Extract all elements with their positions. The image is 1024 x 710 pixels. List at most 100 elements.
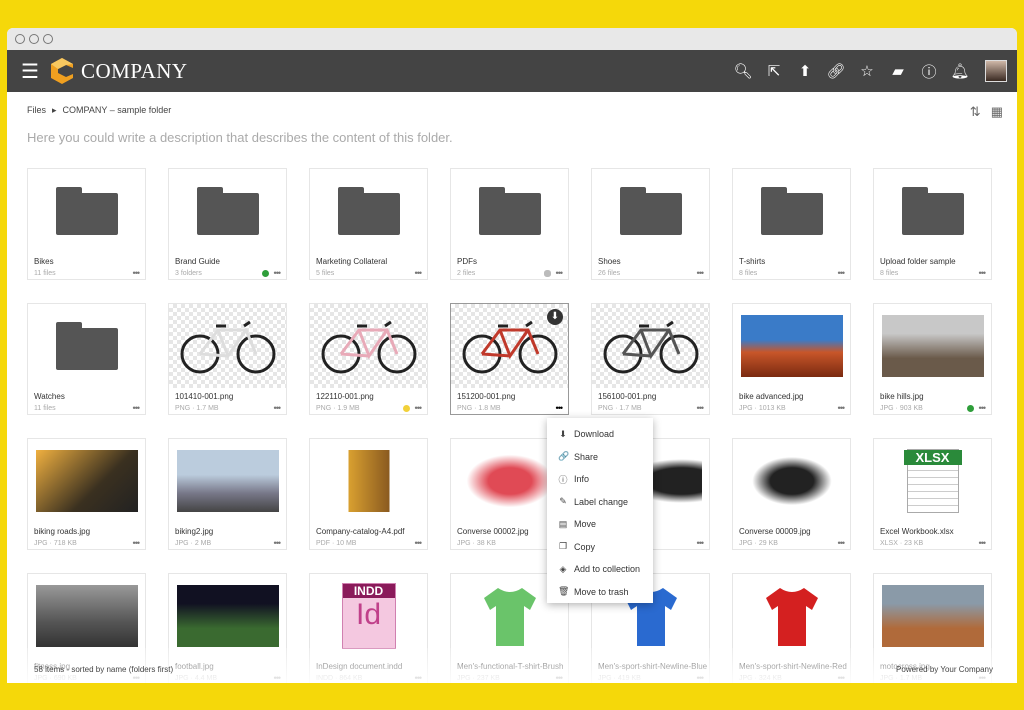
folder-card[interactable]: Watches 11 files •••	[27, 303, 146, 415]
more-options-icon[interactable]: •••	[697, 268, 705, 278]
item-name: Upload folder sample	[880, 257, 956, 266]
menu-item-download[interactable]: ⬇ Download	[547, 423, 653, 446]
more-options-icon[interactable]: •••	[979, 538, 987, 548]
item-name: 101410-001.png	[175, 392, 234, 401]
more-options-icon[interactable]: •••	[415, 403, 423, 413]
download-icon[interactable]: ⬇	[547, 309, 563, 325]
avatar[interactable]	[985, 60, 1007, 82]
folder-card[interactable]: Bikes 11 files •••	[27, 168, 146, 280]
file-card[interactable]: 122110-001.png PNG · 1.9 MB •••	[309, 303, 428, 415]
menu-item-info[interactable]: ⓘ Info	[547, 468, 653, 491]
file-card[interactable]: bike advanced.jpg JPG · 1013 KB •••	[732, 303, 851, 415]
item-meta: 2 files	[457, 269, 476, 277]
upload-icon[interactable]: ⬆	[795, 62, 815, 80]
more-options-icon[interactable]: •••	[133, 403, 141, 413]
more-options-icon[interactable]: •••	[133, 268, 141, 278]
thumbnail	[310, 439, 427, 523]
file-card[interactable]: Converse 00009.jpg JPG · 29 KB •••	[732, 438, 851, 550]
more-options-icon[interactable]: •••	[979, 403, 987, 413]
more-options-icon[interactable]: •••	[838, 538, 846, 548]
browser-window: ☰ COMPANY 🔍︎ ⇱ ⬆ 🔗︎ ☆ ▰ ⓘ 🔔︎ Files ▸ COM…	[7, 28, 1017, 683]
chevron-right-icon: ▸	[52, 105, 57, 115]
menu-item-share[interactable]: 🔗 Share	[547, 446, 653, 469]
search-icon[interactable]: 🔍︎	[733, 62, 753, 80]
file-card[interactable]: biking roads.jpg JPG · 718 KB •••	[27, 438, 146, 550]
more-options-icon[interactable]: •••	[556, 403, 564, 413]
folder-icon	[901, 187, 964, 235]
folder-settings-icon[interactable]: ▰	[888, 62, 908, 80]
minimize-window-button[interactable]	[29, 34, 39, 44]
indd-icon: INDD Id	[310, 574, 427, 658]
bell-icon[interactable]: 🔔︎	[950, 62, 970, 80]
collection-icon: ◈	[559, 563, 567, 574]
more-options-icon[interactable]: •••	[979, 268, 987, 278]
more-options-icon[interactable]: •••	[838, 268, 846, 278]
maximize-window-button[interactable]	[43, 34, 53, 44]
menu-item-move[interactable]: ▤ Move	[547, 513, 653, 536]
folder-card[interactable]: Marketing Collateral 5 files •••	[309, 168, 428, 280]
item-name: Excel Workbook.xlsx	[880, 527, 954, 536]
item-name: Marketing Collateral	[316, 257, 388, 266]
menu-item-label-change[interactable]: ✎ Label change	[547, 491, 653, 514]
share-icon: 🔗	[558, 451, 570, 462]
more-options-icon[interactable]: •••	[556, 268, 564, 278]
folder-card[interactable]: Brand Guide 3 folders •••	[168, 168, 287, 280]
thumbnail	[733, 304, 850, 388]
link-icon[interactable]: 🔗︎	[826, 62, 846, 80]
file-card[interactable]: biking2.jpg JPG · 2 MB •••	[168, 438, 287, 550]
menu-item-move-to-trash[interactable]: 🗑 Move to trash	[547, 581, 653, 604]
more-options-icon[interactable]: •••	[133, 538, 141, 548]
item-meta: PNG · 1.7 MB	[175, 404, 219, 412]
file-card[interactable]: bike hills.jpg JPG · 903 KB •••	[873, 303, 992, 415]
folder-icon	[196, 187, 259, 235]
item-name: bike hills.jpg	[880, 392, 924, 401]
item-name: PDFs	[457, 257, 477, 266]
select-icon[interactable]: ⇱	[764, 62, 784, 80]
folder-card[interactable]: Shoes 26 files •••	[591, 168, 710, 280]
thumbnail	[28, 439, 145, 523]
more-options-icon[interactable]: •••	[415, 538, 423, 548]
menu-item-copy[interactable]: ❐ Copy	[547, 536, 653, 559]
app-header: ☰ COMPANY 🔍︎ ⇱ ⬆ 🔗︎ ☆ ▰ ⓘ 🔔︎	[7, 50, 1017, 92]
item-meta: 11 files	[34, 404, 56, 412]
logo[interactable]: COMPANY	[51, 58, 188, 84]
folder-icon	[55, 187, 118, 235]
menu-item-label: Copy	[574, 541, 596, 552]
menu-item-label: Label change	[574, 496, 629, 507]
more-options-icon[interactable]: •••	[274, 538, 282, 548]
more-options-icon[interactable]: •••	[274, 403, 282, 413]
folder-card[interactable]: T-shirts 8 files •••	[732, 168, 851, 280]
menu-item-add-to-collection[interactable]: ◈ Add to collection	[547, 558, 653, 581]
more-options-icon[interactable]: •••	[415, 268, 423, 278]
star-icon[interactable]: ☆	[857, 62, 877, 80]
folder-card[interactable]: Upload folder sample 8 files •••	[873, 168, 992, 280]
file-card[interactable]: 156100-001.png PNG · 1.7 MB •••	[591, 303, 710, 415]
item-name: T-shirts	[739, 257, 766, 266]
menu-item-label: Download	[574, 429, 615, 440]
file-card[interactable]: ⬇ 151200-001.png PNG · 1.8 MB •••	[450, 303, 569, 415]
menu-item-label: Info	[574, 474, 590, 485]
move-icon: ▤	[558, 518, 568, 529]
breadcrumb-files[interactable]: Files	[27, 105, 46, 116]
item-meta: PNG · 1.7 MB	[598, 404, 642, 412]
file-card[interactable]: Company-catalog-A4.pdf PDF · 10 MB •••	[309, 438, 428, 550]
info-icon[interactable]: ⓘ	[919, 61, 939, 82]
more-options-icon[interactable]: •••	[274, 268, 282, 278]
item-name: bike advanced.jpg	[739, 392, 804, 401]
item-name: biking roads.jpg	[34, 527, 91, 536]
file-card[interactable]: 101410-001.png PNG · 1.7 MB •••	[168, 303, 287, 415]
item-meta: 3 folders	[175, 269, 202, 277]
sort-icon[interactable]: ⇅	[970, 104, 981, 120]
file-card[interactable]: XLSX Excel Workbook.xlsx XLSX · 23 KB •••	[873, 438, 992, 550]
thumbnail	[733, 574, 850, 658]
grid-view-icon[interactable]: ▦	[991, 104, 1003, 120]
close-window-button[interactable]	[15, 34, 25, 44]
item-name: Company-catalog-A4.pdf	[316, 527, 405, 536]
folder-card[interactable]: PDFs 2 files •••	[450, 168, 569, 280]
folder-icon	[55, 322, 118, 370]
more-options-icon[interactable]: •••	[697, 538, 705, 548]
more-options-icon[interactable]: •••	[838, 403, 846, 413]
item-meta: PNG · 1.9 MB	[316, 404, 360, 412]
menu-icon[interactable]: ☰	[21, 59, 45, 84]
more-options-icon[interactable]: •••	[697, 403, 705, 413]
